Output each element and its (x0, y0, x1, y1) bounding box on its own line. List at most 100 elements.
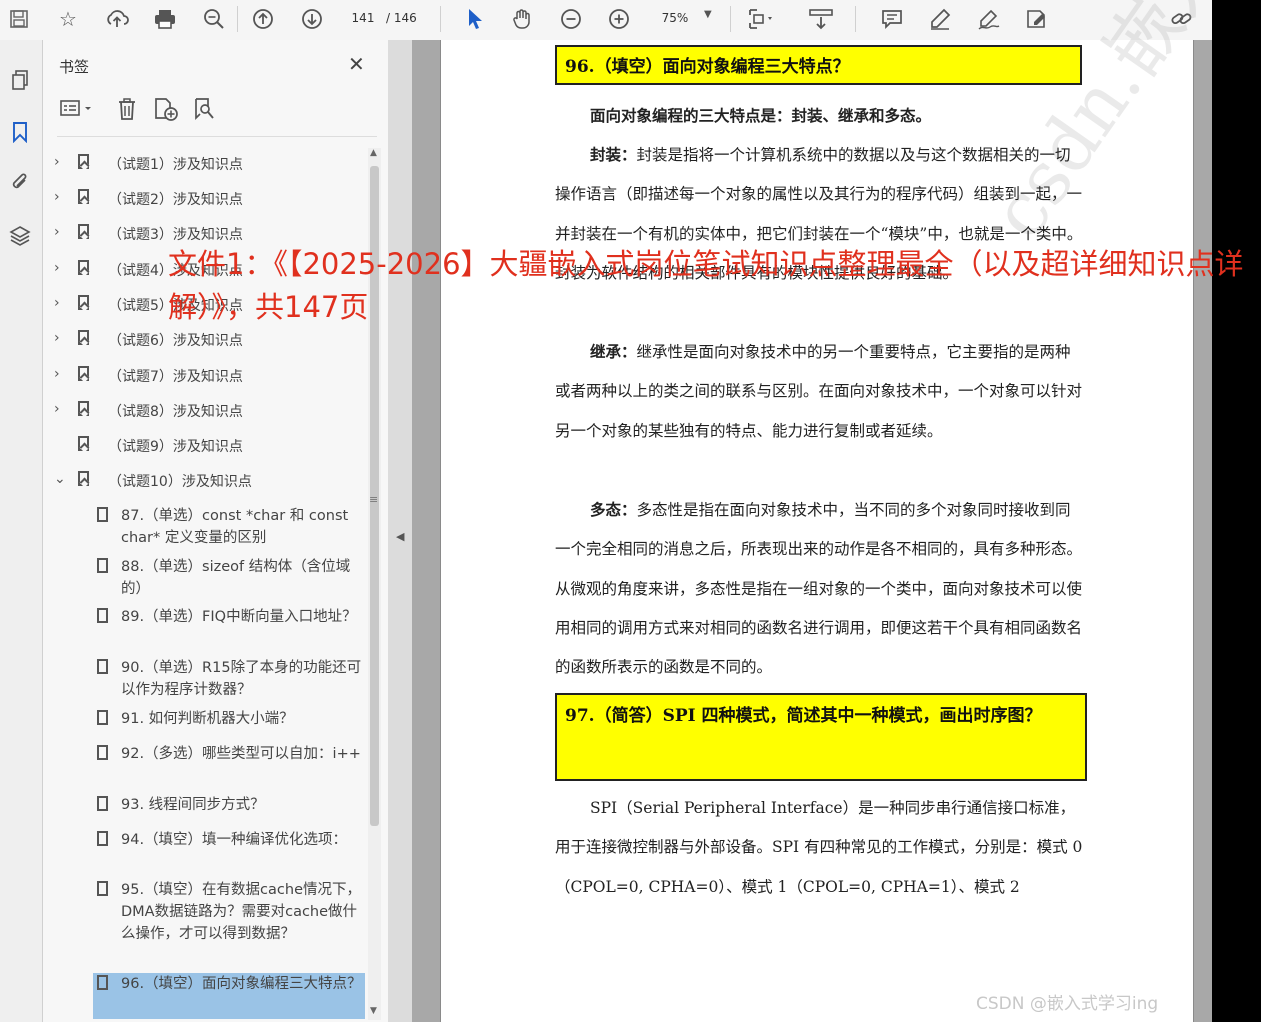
pdf-page: csdn.嵌入式学习ing 96.（填空）面向对象编程三大特点？ 面向对象编程的… (440, 0, 1261, 1022)
layers-icon[interactable] (5, 221, 35, 251)
bookmark-label: 93. 线程间同步方式？ (121, 797, 265, 813)
fill-sign-icon[interactable] (1022, 4, 1052, 34)
zoom-out-icon[interactable] (556, 4, 586, 34)
sub-bookmark-item[interactable]: 95.（填空）在有数据cache情况下，DMA数据链路为？需要对cache做什么… (93, 879, 365, 967)
hand-icon[interactable] (507, 4, 537, 34)
polymorphism-heading: 多态： (590, 500, 637, 519)
question-96-heading: 96.（填空）面向对象编程三大特点？ (555, 45, 1082, 85)
new-bookmark-icon[interactable] (153, 97, 179, 126)
sub-bookmark-item[interactable]: 92.（多选）哪些类型可以自加：i++ (93, 743, 365, 787)
bookmark-label: （试题10）涉及知识点 (108, 474, 252, 490)
bookmark-label: （试题1）涉及知识点 (108, 157, 243, 173)
main-toolbar: ☆ 141 / 146 75% ▼ (0, 0, 1212, 41)
page-down-icon[interactable] (297, 4, 327, 34)
expand-chevron-icon[interactable]: › (54, 260, 60, 276)
sub-bookmark-item[interactable]: 87.（单选）const *char 和 const char* 定义变量的区别 (93, 505, 365, 549)
bookmark-label: （试题3）涉及知识点 (108, 227, 243, 243)
window-edge (1212, 0, 1261, 1022)
bookmark-flag-icon (78, 401, 89, 416)
bookmark-flag-icon (97, 507, 108, 522)
pages-icon[interactable] (5, 65, 35, 95)
bookmark-label: （试题5）涉及知识点 (108, 298, 243, 314)
paragraph-polymorphism: 多态：多态性是指在面向对象技术中，当不同的多个对象同时接收到同一个完全相同的消息… (555, 490, 1085, 687)
bookmark-label: 91. 如何判断机器大小端？ (121, 711, 294, 727)
panel-divider (57, 136, 377, 137)
bookmark-flag-icon (78, 295, 89, 310)
bookmark-icon[interactable] (5, 117, 35, 147)
sub-bookmark-item[interactable]: 89.（单选）FIQ中断向量入口地址？ (93, 606, 365, 650)
save-icon[interactable] (4, 4, 34, 34)
bookmark-flag-icon (78, 366, 89, 381)
bookmark-label: 87.（单选）const *char 和 const char* 定义变量的区别 (121, 508, 349, 546)
bookmark-flag-icon (97, 659, 108, 674)
sub-bookmark-item[interactable]: 90.（单选）R15除了本身的功能还可以作为程序计数器？ (93, 657, 365, 701)
sub-bookmark-item[interactable]: 94.（填空）填一种编译优化选项： (93, 829, 365, 873)
inheritance-heading: 继承： (590, 342, 637, 361)
intro-text: 面向对象编程的三大特点是：封装、继承和多态。 (590, 106, 932, 125)
paragraph-inheritance: 继承：继承性是面向对象技术中的另一个重要特点，它主要指的是两种或者两种以上的类之… (555, 332, 1085, 451)
find-bookmark-icon[interactable] (193, 97, 217, 126)
bookmark-label: 94.（填空）填一种编译优化选项： (121, 832, 348, 848)
zoom-in-icon[interactable] (604, 4, 634, 34)
bookmark-flag-icon (97, 745, 108, 760)
bookmark-flag-icon (78, 224, 89, 239)
collapse-chevron-icon[interactable]: ⌄ (54, 471, 66, 487)
comment-icon[interactable] (877, 4, 907, 34)
bookmark-flag-icon (78, 330, 89, 345)
expand-chevron-icon[interactable]: › (54, 366, 60, 382)
nav-rail (0, 40, 43, 1022)
bookmarks-panel: 书签 ✕ › （试题1）涉及知识点 › （试题2）涉及知识点 › （试题3）涉及… (43, 40, 388, 1022)
bookmark-flag-icon (97, 831, 108, 846)
sub-bookmark-item[interactable]: 88.（单选）sizeof 结构体（含位域的） (93, 556, 365, 600)
expand-chevron-icon[interactable]: › (54, 224, 60, 240)
bookmarks-scrollbar[interactable]: ▲ ≡ ▼ (368, 148, 381, 1020)
expand-chevron-icon[interactable]: › (54, 189, 60, 205)
share-link-icon[interactable] (1167, 4, 1197, 34)
sub-bookmark-item-selected[interactable]: 96.（填空）面向对象编程三大特点？ (93, 973, 365, 1019)
bookmark-options-icon[interactable] (59, 97, 97, 124)
bookmark-label: （试题6）涉及知识点 (108, 333, 243, 349)
attachment-icon[interactable] (5, 168, 35, 198)
page-up-icon[interactable] (248, 4, 278, 34)
bookmark-label: （试题2）涉及知识点 (108, 192, 243, 208)
paragraph-spi: SPI（Serial Peripheral Interface）是一种同步串行通… (555, 789, 1085, 907)
scroll-grip-icon: ≡ (369, 493, 379, 506)
upload-icon[interactable] (102, 4, 132, 34)
collapse-arrow-icon[interactable]: ◀ (396, 530, 404, 543)
close-icon[interactable]: ✕ (348, 52, 365, 76)
zoom-out-magnifier-icon[interactable] (199, 4, 229, 34)
zoom-dropdown-icon[interactable]: ▼ (704, 9, 712, 20)
fit-page-icon[interactable] (745, 4, 775, 34)
bookmark-flag-icon (78, 260, 89, 275)
expand-chevron-icon[interactable]: › (54, 330, 60, 346)
bookmark-label: （试题9）涉及知识点 (108, 439, 243, 455)
expand-chevron-icon[interactable]: › (54, 295, 60, 311)
bookmark-label: 95.（填空）在有数据cache情况下，DMA数据链路为？需要对cache做什么… (121, 882, 361, 942)
delete-icon[interactable] (116, 97, 138, 126)
zoom-level-input[interactable]: 75% (653, 7, 697, 29)
scroll-up-icon[interactable]: ▲ (370, 148, 377, 158)
expand-chevron-icon[interactable]: › (54, 154, 60, 170)
bookmark-flag-icon (78, 471, 89, 486)
scroll-down-icon[interactable]: ▼ (370, 1006, 377, 1016)
bookmark-flag-icon (78, 189, 89, 204)
bookmark-flag-icon (97, 558, 108, 573)
document-viewport[interactable]: csdn.嵌入式学习ing 96.（填空）面向对象编程三大特点？ 面向对象编程的… (412, 0, 1261, 1022)
panel-collapse-gutter[interactable]: ◀ (388, 40, 412, 1022)
csdn-watermark: CSDN @嵌入式学习ing (976, 994, 1159, 1014)
page-number-input[interactable]: 141 (343, 7, 383, 29)
select-cursor-icon[interactable] (460, 4, 490, 34)
sign-icon[interactable] (974, 4, 1004, 34)
sub-bookmark-item[interactable]: 91. 如何判断机器大小端？ (93, 708, 365, 730)
expand-chevron-icon[interactable]: › (54, 401, 60, 417)
scroll-mode-icon[interactable] (806, 4, 836, 34)
print-icon[interactable] (150, 4, 180, 34)
bookmark-label: 92.（多选）哪些类型可以自加：i++ (121, 746, 361, 762)
sub-bookmark-item[interactable]: 93. 线程间同步方式？ (93, 794, 365, 816)
polymorphism-body: 多态性是指在面向对象技术中，当不同的多个对象同时接收到同一个完全相同的消息之后，… (555, 501, 1083, 677)
highlight-pen-icon[interactable] (925, 4, 955, 34)
bookmark-flag-icon (97, 881, 108, 896)
star-icon[interactable]: ☆ (53, 4, 83, 34)
bookmark-label: 90.（单选）R15除了本身的功能还可以作为程序计数器？ (121, 660, 362, 698)
bookmark-flag-icon (78, 154, 89, 169)
